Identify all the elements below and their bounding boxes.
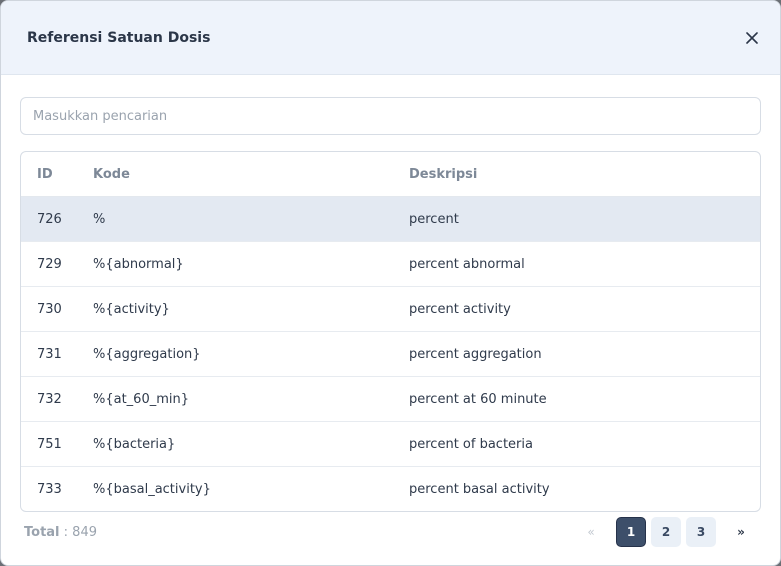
pagination: « 123 » (576, 517, 756, 547)
cell-id: 731 (21, 331, 92, 377)
reference-table: ID Kode Deskripsi 726% percent 729 %{abnorm… (20, 151, 761, 512)
column-header-id: ID (21, 152, 92, 197)
table-row[interactable]: 751 %{bacteria} percent of bacteria (21, 421, 760, 467)
cell-kode: %{at_60_min} (92, 376, 408, 422)
column-header-deskripsi: Deskripsi (408, 152, 760, 197)
table-row[interactable]: 732 %{at_60_min} percent at 60 minute (21, 376, 760, 422)
table-row[interactable]: 733 %{basal_activity} percent basal activi… (21, 467, 760, 512)
total-separator: : (59, 524, 73, 540)
column-header-kode: Kode (92, 152, 408, 197)
pagination-next-button[interactable]: » (726, 517, 756, 547)
cell-deskripsi: percent activity (408, 286, 760, 332)
pagination-prev-button[interactable]: « (576, 517, 606, 547)
cell-id: 730 (21, 286, 92, 332)
close-icon (746, 31, 758, 44)
cell-deskripsi: percent basal activity (409, 481, 550, 497)
reference-modal: Referensi Satuan Dosis ID Kode Deskripsi… (0, 0, 781, 566)
total-count: Total : 849 (24, 525, 97, 540)
search-wrap (1, 75, 780, 135)
table-header-row: ID Kode Deskripsi (21, 152, 760, 197)
cell-kode: %{aggregation} (92, 331, 408, 377)
cell-id: 732 (21, 376, 92, 422)
cell-id: 726 (21, 196, 92, 242)
cell-id: 751 (21, 421, 92, 467)
modal-title: Referensi Satuan Dosis (27, 29, 211, 46)
cell-id: 733 (37, 481, 62, 497)
modal-header: Referensi Satuan Dosis (1, 1, 780, 75)
cell-deskripsi: percent of bacteria (408, 421, 760, 467)
total-value: 849 (72, 524, 97, 540)
pagination-page-2[interactable]: 2 (651, 517, 681, 547)
cell-deskripsi: percent at 60 minute (408, 376, 760, 422)
cell-kode: %{basal_activity} (93, 481, 211, 497)
cell-deskripsi: percent (408, 196, 760, 242)
table-row[interactable]: 731 %{aggregation} percent aggregation (21, 331, 760, 377)
table-row[interactable]: 726% percent (21, 196, 760, 242)
cell-id: 729 (21, 241, 92, 287)
pagination-page-3[interactable]: 3 (686, 517, 716, 547)
table-row[interactable]: 729 %{abnormal} percent abnormal (21, 241, 760, 287)
cell-deskripsi: percent aggregation (408, 331, 760, 377)
cell-kode: %{bacteria} (92, 421, 408, 467)
total-label: Total (24, 524, 60, 540)
cell-deskripsi: percent abnormal (408, 241, 760, 287)
cell-kode: %{activity} (92, 286, 408, 332)
close-button[interactable] (740, 26, 764, 50)
modal-footer: Total : 849 « 123 » (24, 516, 756, 548)
cell-kode: % (92, 196, 408, 242)
pagination-page-1[interactable]: 1 (616, 517, 646, 547)
search-input[interactable] (20, 97, 761, 135)
table-row[interactable]: 730 %{activity} percent activity (21, 286, 760, 332)
cell-kode: %{abnormal} (92, 241, 408, 287)
